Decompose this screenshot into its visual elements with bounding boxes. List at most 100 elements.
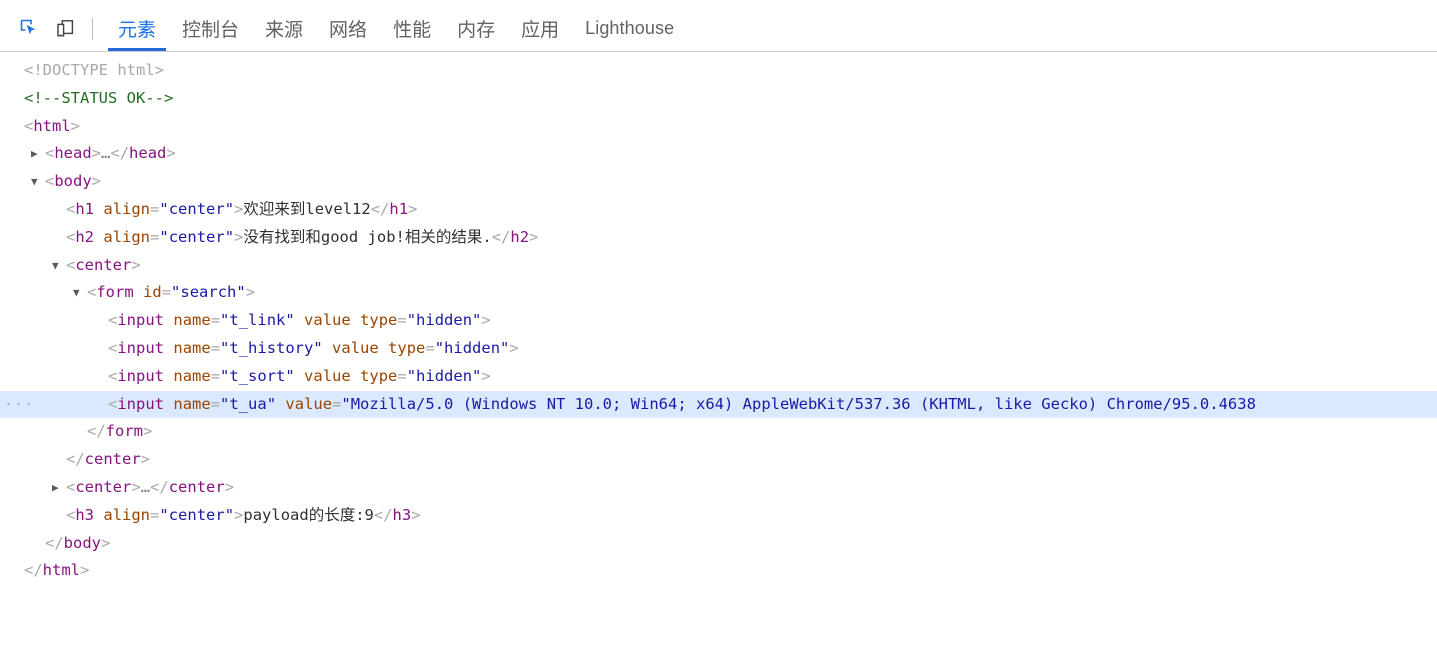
token-punct: = <box>397 311 407 330</box>
token-attrval: "center" <box>159 505 235 524</box>
token-tagname: h2 <box>510 227 530 246</box>
dom-node-row[interactable]: <html> <box>0 113 1437 141</box>
token-punct: </ <box>110 144 130 163</box>
token-punct: > <box>245 283 256 302</box>
inspect-element-icon[interactable] <box>14 14 44 44</box>
token-attrval: "hidden" <box>406 311 482 330</box>
dom-node-row[interactable]: ▼ <form id="search"> <box>0 279 1437 307</box>
token-punct: < <box>66 505 76 524</box>
dom-tree-panel[interactable]: <!DOCTYPE html> <!--STATUS OK--> <html> ▶… <box>0 53 1437 655</box>
token-punct: </ <box>45 533 64 552</box>
token-punct: = <box>210 311 221 330</box>
disclosure-triangle-expanded-icon[interactable]: ▼ <box>73 279 86 307</box>
tab-3[interactable]: 网络 <box>316 6 380 51</box>
token-punct: </ <box>150 477 169 496</box>
token-tagname: h3 <box>75 505 95 524</box>
tab-6[interactable]: 应用 <box>508 6 572 51</box>
token-sp <box>164 395 173 413</box>
token-attrname: name <box>173 366 211 385</box>
token-tagname: center <box>168 477 225 496</box>
token-sp <box>164 311 173 329</box>
dom-node-row[interactable]: </html> <box>0 557 1437 585</box>
device-toolbar-icon[interactable] <box>50 14 80 44</box>
dom-node-row[interactable]: <h1 align="center">欢迎来到level12</h1> <box>0 196 1437 224</box>
tab-5[interactable]: 内存 <box>444 6 508 51</box>
disclosure-triangle-collapsed-icon[interactable]: ▶ <box>52 474 65 502</box>
token-tagname: center <box>75 477 132 496</box>
token-attrname: align <box>103 227 151 246</box>
token-punct: > <box>131 477 141 496</box>
dom-node-row[interactable]: ▶ <center>…</center> <box>0 474 1437 502</box>
tab-2[interactable]: 来源 <box>252 6 316 51</box>
token-attrname: type <box>360 366 398 385</box>
token-punct: < <box>24 116 34 135</box>
token-punct: > <box>509 338 519 357</box>
token-punct: > <box>234 227 244 246</box>
toolbar-icon-group <box>0 6 105 51</box>
token-tagname: head <box>129 144 167 163</box>
token-attrval: "t_ua" <box>220 394 277 413</box>
token-punct: > <box>143 422 153 441</box>
token-attrname: id <box>143 283 162 302</box>
token-punct: > <box>481 366 491 385</box>
tab-label: Lighthouse <box>585 18 675 38</box>
token-tagname: input <box>117 338 165 357</box>
token-collapsed-dots: … <box>140 477 151 496</box>
dom-node-row[interactable]: </body> <box>0 530 1437 558</box>
token-punct: </ <box>491 227 511 246</box>
token-textnode: payload的长度:9 <box>243 505 374 524</box>
token-punct: > <box>481 311 491 330</box>
dom-node-row[interactable]: ▶ <head>…</head> <box>0 140 1437 168</box>
dom-node-row[interactable]: ▼ <center> <box>0 252 1437 280</box>
disclosure-triangle-collapsed-icon[interactable]: ▶ <box>31 140 44 168</box>
disclosure-triangle-expanded-icon[interactable]: ▼ <box>31 168 44 196</box>
token-punct: < <box>45 172 55 191</box>
token-attrname: value <box>285 394 333 413</box>
token-punct: = <box>150 505 160 524</box>
dom-node-row[interactable]: <input name="t_history" value type="hidd… <box>0 335 1437 363</box>
token-collapsed-dots: … <box>101 144 111 163</box>
dom-node-row[interactable]: <!DOCTYPE html> <box>0 57 1437 85</box>
dom-node-row[interactable]: <h3 align="center">payload的长度:9</h3> <box>0 502 1437 530</box>
token-attrval: "t_link" <box>220 311 295 330</box>
dom-node-row[interactable]: </form> <box>0 418 1437 446</box>
token-tagname: input <box>117 366 165 385</box>
token-punct: = <box>397 366 407 385</box>
disclosure-triangle-expanded-icon[interactable]: ▼ <box>52 252 65 280</box>
dom-node-row[interactable]: <!--STATUS OK--> <box>0 85 1437 113</box>
token-attrname: value <box>332 338 379 357</box>
dom-node-row[interactable]: </center> <box>0 446 1437 474</box>
tab-1[interactable]: 控制台 <box>169 6 252 51</box>
token-punct: > <box>91 172 102 191</box>
token-punct: < <box>45 144 55 163</box>
tab-label: 网络 <box>329 20 368 41</box>
tab-label: 内存 <box>457 20 496 41</box>
token-attrname: align <box>103 199 151 218</box>
dom-node-row[interactable]: <input name="t_link" value type="hidden"… <box>0 307 1437 335</box>
token-attrval: "Mozilla/5.0 (Windows NT 10.0; Win64; x6… <box>341 394 1256 413</box>
dom-node-row[interactable]: <h2 align="center">没有找到和good job!相关的结果.<… <box>0 224 1437 252</box>
token-tagname: center <box>75 255 132 274</box>
tab-7[interactable]: Lighthouse <box>572 6 687 51</box>
token-punct: = <box>150 199 160 218</box>
token-punct: </ <box>87 422 106 441</box>
dom-node-row[interactable]: <input name="t_sort" value type="hidden"… <box>0 363 1437 391</box>
token-punct: < <box>108 338 118 357</box>
token-sp <box>351 367 360 385</box>
token-punct: </ <box>373 505 393 524</box>
dom-node-row[interactable]: ··· <input name="t_ua" value="Mozilla/5.… <box>0 390 1437 419</box>
token-punct: < <box>66 477 76 496</box>
tab-4[interactable]: 性能 <box>380 6 444 51</box>
dom-node-row[interactable]: ▼ <body> <box>0 168 1437 196</box>
tab-0[interactable]: 元素 <box>105 6 169 51</box>
token-punct: < <box>66 227 76 246</box>
token-tagname: h1 <box>75 199 95 218</box>
token-sp <box>379 339 388 357</box>
token-punct: = <box>210 394 221 413</box>
